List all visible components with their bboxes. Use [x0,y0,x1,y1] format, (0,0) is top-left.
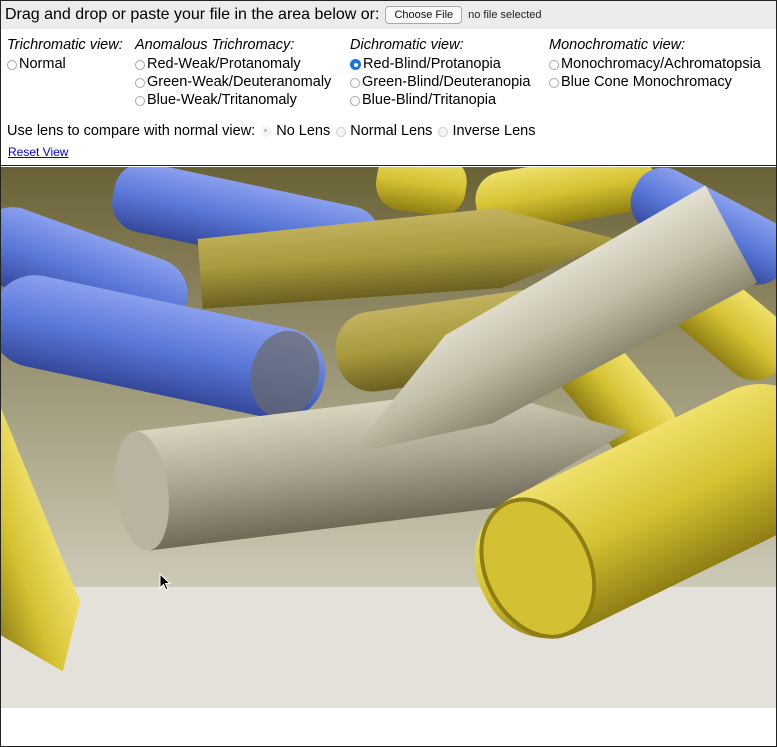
lens-option-none[interactable]: No Lens [261,123,330,139]
radio-protanomaly[interactable] [135,59,145,70]
option-label: Blue Cone Monochromacy [561,74,732,90]
option-protanomaly[interactable]: Red-Weak/Protanomaly [135,55,331,73]
file-toolbar: Drag and drop or paste your file in the … [1,1,776,29]
radio-deuteranopia[interactable] [350,77,360,88]
option-label: Blue-Weak/Tritanomaly [147,92,297,108]
option-blue-cone-monochromacy[interactable]: Blue Cone Monochromacy [549,73,761,91]
option-label: Red-Weak/Protanomaly [147,56,301,72]
radio-achromatopsia[interactable] [549,59,559,70]
option-normal[interactable]: Normal [7,55,123,73]
divider [1,165,776,166]
group-title: Monochromatic view: [549,37,686,53]
dichromatic-group: Dichromatic view: Red-Blind/Protanopia G… [350,35,530,109]
group-title: Trichromatic view: [7,37,123,53]
lens-selector: Use lens to compare with normal view: No… [7,122,535,140]
lens-option-label: Normal Lens [350,123,433,139]
lens-option-label: Inverse Lens [452,123,536,139]
reset-view-link[interactable]: Reset View [8,145,68,159]
lens-label: Use lens to compare with normal view: [7,123,256,139]
radio-inverse-lens[interactable] [438,126,449,137]
option-label: Monochromacy/Achromatopsia [561,56,761,72]
option-protanopia[interactable]: Red-Blind/Protanopia [350,55,530,73]
group-title: Dichromatic view: [350,37,464,53]
file-status: no file selected [468,9,542,21]
group-title: Anomalous Trichromacy: [135,37,295,53]
lens-option-normal[interactable]: Normal Lens [336,123,432,139]
radio-tritanomaly[interactable] [135,95,145,106]
app-frame: Drag and drop or paste your file in the … [0,0,777,747]
option-label: Red-Blind/Protanopia [363,56,501,72]
radio-tritanopia[interactable] [350,95,360,106]
radio-deuteranomaly[interactable] [135,77,145,88]
radio-protanopia[interactable] [350,59,361,70]
monochromatic-group: Monochromatic view: Monochromacy/Achroma… [549,35,761,91]
option-achromatopsia[interactable]: Monochromacy/Achromatopsia [549,55,761,73]
trichromatic-group: Trichromatic view: Normal [7,35,123,73]
option-label: Normal [19,56,66,72]
radio-normal-lens[interactable] [336,126,347,137]
option-deuteranomaly[interactable]: Green-Weak/Deuteranomaly [135,73,331,91]
option-label: Green-Weak/Deuteranomaly [147,74,332,90]
simulated-photo [1,167,776,708]
lens-option-label: No Lens [276,123,331,139]
option-label: Green-Blind/Deuteranopia [362,74,531,90]
mouse-cursor-icon [159,573,171,591]
option-tritanopia[interactable]: Blue-Blind/Tritanopia [350,91,530,109]
radio-normal[interactable] [7,59,17,70]
radio-no-lens[interactable] [261,126,273,137]
option-tritanomaly[interactable]: Blue-Weak/Tritanomaly [135,91,331,109]
option-deuteranopia[interactable]: Green-Blind/Deuteranopia [350,73,530,91]
lens-option-inverse[interactable]: Inverse Lens [438,123,535,139]
radio-blue-cone-monochromacy[interactable] [549,77,559,88]
anomalous-group: Anomalous Trichromacy: Red-Weak/Protanom… [135,35,331,109]
crayons-image [1,167,776,708]
option-label: Blue-Blind/Tritanopia [362,92,497,108]
choose-file-button[interactable]: Choose File [385,6,463,24]
drop-instructions: Drag and drop or paste your file in the … [5,6,380,23]
